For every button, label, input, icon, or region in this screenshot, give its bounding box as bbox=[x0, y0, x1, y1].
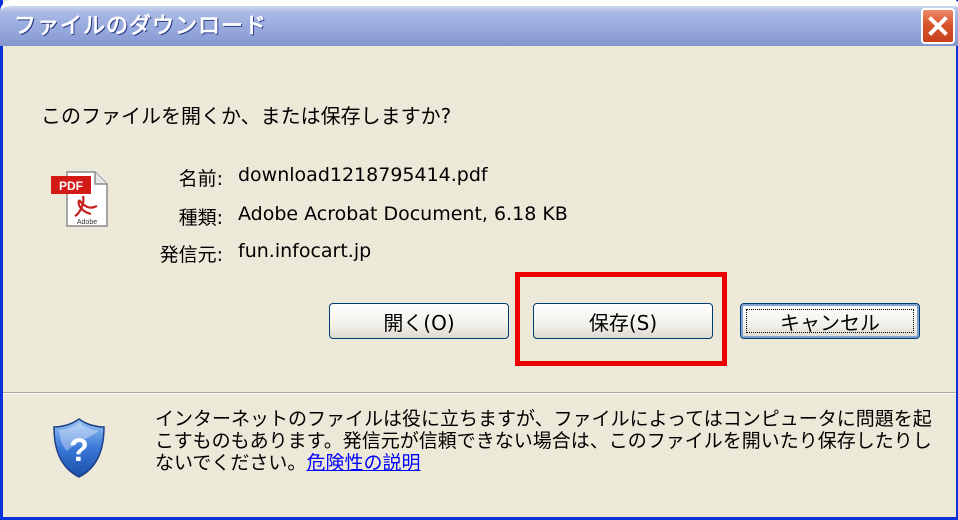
title-bar[interactable]: ファイルのダウンロード bbox=[0, 0, 958, 46]
risk-explanation-link[interactable]: 危険性の説明 bbox=[306, 452, 420, 474]
pdf-file-icon: PDF Adobe bbox=[51, 171, 108, 227]
security-shield-icon: ? bbox=[53, 418, 105, 478]
save-button-highlight bbox=[515, 272, 727, 366]
window-title: ファイルのダウンロード bbox=[14, 14, 268, 39]
divider bbox=[3, 392, 956, 394]
file-type-value: Adobe Acrobat Document, 6.18 KB bbox=[238, 203, 568, 225]
download-question: このファイルを開くか、または保存しますか? bbox=[41, 104, 452, 128]
file-name-label: 名前: bbox=[178, 168, 223, 190]
svg-text:?: ? bbox=[69, 432, 89, 468]
file-download-dialog: ファイルのダウンロード このファイルを開くか、または保存しますか? PDF Ad… bbox=[0, 0, 958, 520]
cancel-button[interactable]: キャンセル bbox=[740, 303, 920, 339]
security-warning: インターネットのファイルは役に立ちますが、ファイルによってはコンピュータに問題を… bbox=[155, 408, 935, 474]
file-source-value: fun.infocart.jp bbox=[238, 240, 372, 262]
file-name-value: download1218795414.pdf bbox=[238, 164, 488, 186]
svg-text:Adobe: Adobe bbox=[77, 219, 97, 226]
svg-text:PDF: PDF bbox=[59, 179, 83, 193]
file-source-label: 発信元: bbox=[159, 244, 223, 266]
warning-text: インターネットのファイルは役に立ちますが、ファイルによってはコンピュータに問題を… bbox=[155, 408, 932, 474]
file-type-label: 種類: bbox=[178, 207, 223, 229]
close-icon bbox=[928, 16, 948, 36]
open-button[interactable]: 開く(O) bbox=[329, 303, 509, 339]
close-button[interactable] bbox=[921, 8, 955, 44]
